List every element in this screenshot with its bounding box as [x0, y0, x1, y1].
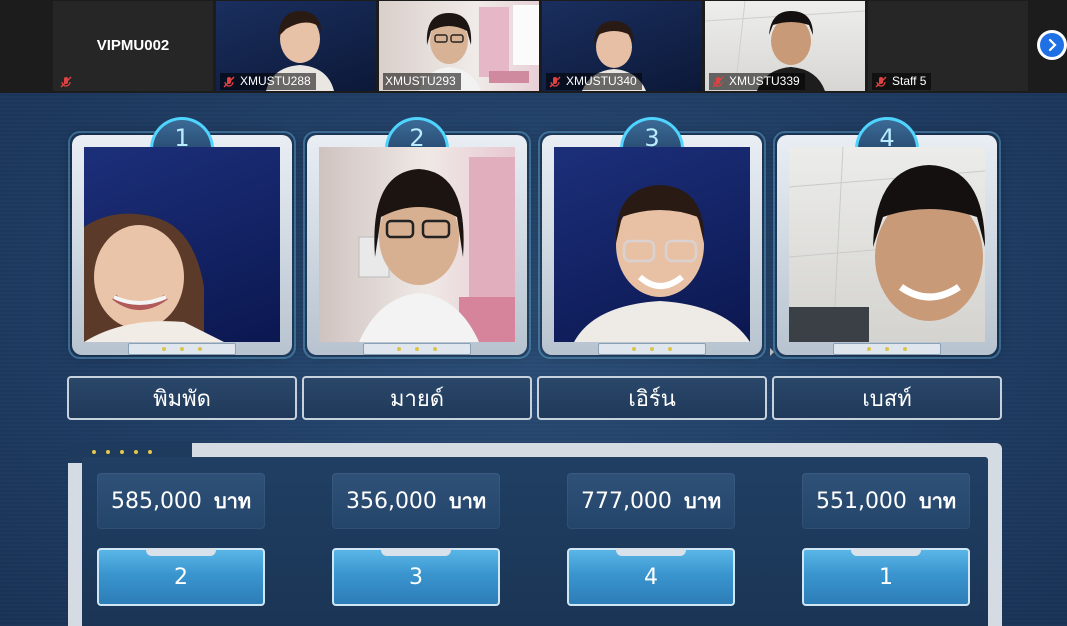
player-name-box: พิมพัด — [67, 376, 297, 420]
participant-name-tag: XMUSTU339 — [709, 73, 805, 90]
participant-name-tag: Staff 5 — [872, 73, 932, 90]
player-rank-button[interactable]: 3 — [332, 548, 500, 606]
participant-tile[interactable]: XMUSTU293 — [379, 1, 539, 91]
money-value: 356,000 — [345, 488, 437, 514]
player-rank-button[interactable]: 4 — [567, 548, 735, 606]
host-label: VIPMU002 — [96, 37, 170, 54]
participant-name-tag: XMUSTU293 — [383, 73, 461, 90]
participant-strip: VIPMU002 XMUSTU288 XMUSTU293 XMUSTU340 X… — [0, 0, 1067, 93]
player-card-4: 4 — [773, 117, 1001, 359]
participant-tile[interactable]: XMUSTU288 — [216, 1, 376, 91]
player-money: 585,000 บาท — [97, 473, 265, 529]
participant-name-tag: XMUSTU340 — [546, 73, 642, 90]
player-video — [319, 147, 515, 342]
participant-tile-host[interactable]: VIPMU002 — [53, 1, 213, 91]
player-card-2: 2 — [303, 117, 531, 359]
mic-muted-icon — [57, 73, 78, 90]
player-rank-button[interactable]: 1 — [802, 548, 970, 606]
player-rank-button[interactable]: 2 — [97, 548, 265, 606]
chevron-right-icon — [1040, 33, 1064, 57]
card-indicator — [363, 343, 471, 355]
participant-name: XMUSTU339 — [729, 74, 800, 88]
money-value: 585,000 — [110, 488, 202, 514]
participant-name: Staff 5 — [892, 74, 927, 88]
card-indicator — [128, 343, 236, 355]
rank-value: 2 — [174, 564, 188, 590]
participant-name: XMUSTU288 — [240, 74, 311, 88]
mic-muted-icon — [712, 76, 724, 87]
mic-muted-icon — [875, 76, 887, 87]
mouse-cursor-icon — [770, 348, 774, 356]
mic-muted-icon — [549, 76, 561, 87]
mic-muted-icon — [223, 76, 235, 87]
money-unit: บาท — [918, 489, 957, 513]
money-unit: บาท — [683, 489, 722, 513]
player-money: 777,000 บาท — [567, 473, 735, 529]
rank-value: 1 — [879, 564, 893, 590]
game-stage: 1 2 3 4 พิมพัด มายด์ เอิร์น เบสท์ 585,00… — [0, 93, 1067, 626]
participant-tile[interactable]: XMUSTU340 — [542, 1, 702, 91]
player-card-1: 1 — [68, 117, 296, 359]
player-name-box: มายด์ — [302, 376, 532, 420]
rank-value: 4 — [644, 564, 658, 590]
player-name-box: เบสท์ — [772, 376, 1002, 420]
participant-tile[interactable]: Staff 5 — [868, 1, 1028, 91]
money-unit: บาท — [448, 489, 487, 513]
next-page-button[interactable] — [1037, 30, 1067, 60]
participant-name: XMUSTU340 — [566, 74, 637, 88]
money-unit: บาท — [213, 489, 252, 513]
player-video — [789, 147, 985, 342]
player-video — [84, 147, 280, 342]
participant-name: XMUSTU293 — [385, 74, 456, 88]
money-value: 777,000 — [580, 488, 672, 514]
participant-name-tag: XMUSTU288 — [220, 73, 316, 90]
player-video — [554, 147, 750, 342]
rank-value: 3 — [409, 564, 423, 590]
player-money: 551,000 บาท — [802, 473, 970, 529]
participant-tile[interactable]: XMUSTU339 — [705, 1, 865, 91]
player-card-3: 3 — [538, 117, 766, 359]
money-value: 551,000 — [815, 488, 907, 514]
card-indicator — [598, 343, 706, 355]
player-name-box: เอิร์น — [537, 376, 767, 420]
player-money: 356,000 บาท — [332, 473, 500, 529]
card-indicator — [833, 343, 941, 355]
